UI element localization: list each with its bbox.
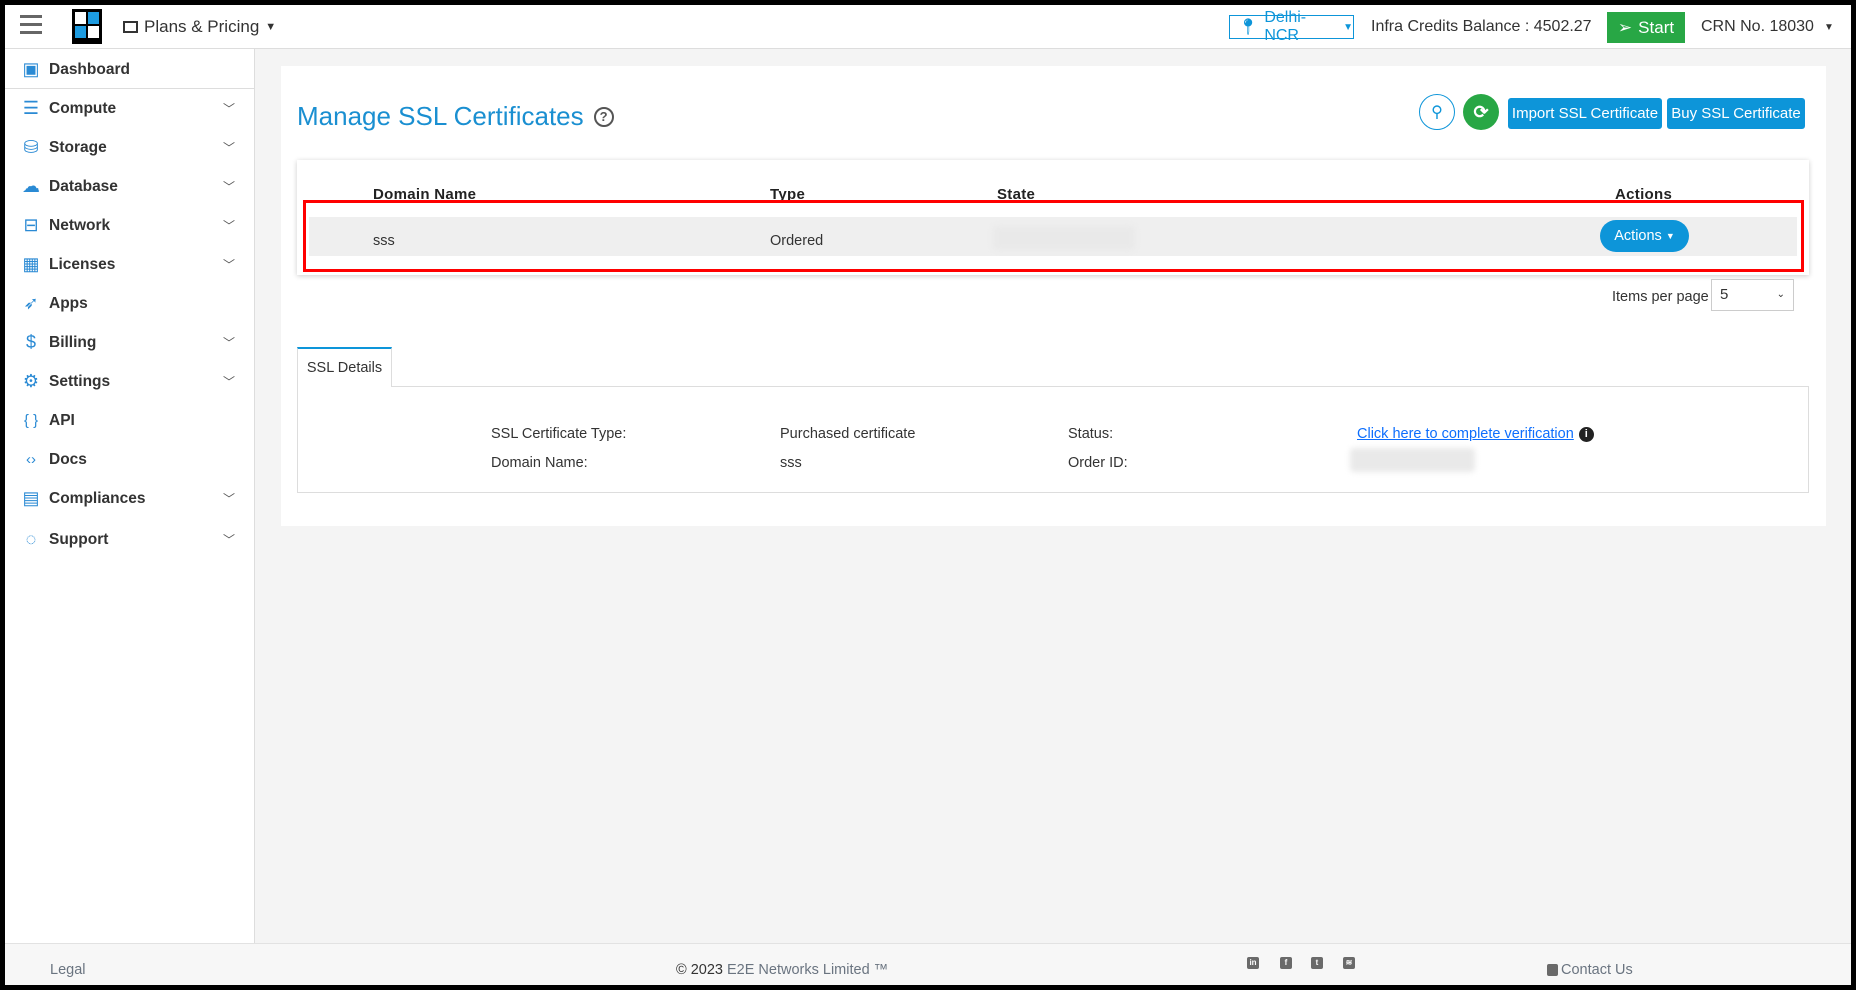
domain-name-value: sss: [780, 455, 802, 471]
sidebar-item-docs[interactable]: ‹› Docs: [5, 440, 255, 479]
list-icon: [123, 21, 138, 33]
chevron-down-icon: ﹀: [223, 141, 236, 155]
items-per-page-select[interactable]: 5 ⌄: [1711, 279, 1794, 311]
refresh-icon: ⟳: [1473, 101, 1489, 122]
chevron-down-icon: ﹀: [223, 533, 236, 547]
search-button[interactable]: ⚲: [1419, 94, 1455, 130]
cert-type-value: Purchased certificate: [780, 426, 916, 442]
sidebar: ▣ Dashboard ☰ Compute ﹀ ⛁ Storage ﹀ ☁ Database ﹀ ⊟ N…: [5, 49, 255, 943]
top-header: Plans & Pricing ▼ 📍︎ Delhi-NCR ▼ Infra Cre…: [5, 5, 1851, 49]
sidebar-item-billing[interactable]: $ Billing ﹀: [5, 323, 255, 362]
verification-link[interactable]: Click here to complete verification i: [1357, 426, 1594, 442]
status-label: Status:: [1068, 426, 1114, 442]
chat-icon: ◌: [25, 529, 37, 549]
sidebar-item-apps[interactable]: ➶ Apps: [5, 284, 255, 323]
billing-icon: $: [25, 332, 36, 352]
items-per-page-label: Items per page: [1612, 289, 1709, 305]
rocket-icon: ➶: [23, 293, 39, 313]
facebook-icon[interactable]: f: [1280, 957, 1292, 969]
code-icon: ‹›: [26, 451, 36, 468]
sidebar-item-network[interactable]: ⊟ Network ﹀: [5, 206, 255, 245]
sidebar-item-compliances[interactable]: ▤ Compliances ﹀: [5, 479, 255, 518]
refresh-button[interactable]: ⟳: [1463, 94, 1499, 130]
credits-balance: Infra Credits Balance : 4502.27: [1371, 18, 1592, 35]
chevron-down-icon: ﹀: [223, 336, 236, 350]
document-icon: ▤: [22, 488, 40, 508]
chevron-down-icon: ﹀: [223, 180, 236, 194]
cert-type-label: SSL Certificate Type:: [491, 426, 627, 442]
e2e-logo[interactable]: [72, 9, 102, 44]
copyright: © 2023 E2E Networks Limited ™: [676, 962, 889, 978]
twitter-icon[interactable]: t: [1311, 957, 1323, 969]
rss-icon[interactable]: ≋: [1343, 957, 1355, 969]
chevron-down-icon: ﹀: [223, 258, 236, 272]
app-window: Plans & Pricing ▼ 📍︎ Delhi-NCR ▼ Infra Cre…: [5, 5, 1851, 985]
caret-down-icon: ▼: [1343, 21, 1353, 33]
sidebar-item-support[interactable]: ◌ Support ﹀: [5, 520, 255, 559]
caret-down-icon: ▼: [265, 21, 277, 33]
start-button[interactable]: ➢ Start: [1607, 12, 1685, 43]
chevron-down-icon: ﹀: [223, 102, 236, 116]
domain-name-label: Domain Name:: [491, 455, 588, 471]
search-icon: ⚲: [1431, 104, 1443, 121]
sidebar-item-settings[interactable]: ⚙ Settings ﹀: [5, 362, 255, 401]
buy-ssl-button[interactable]: Buy SSL Certificate: [1667, 98, 1805, 129]
chevron-down-icon: ﹀: [223, 375, 236, 389]
map-pin-icon: 📍︎: [1238, 19, 1259, 36]
database-cylinder-icon: ⛁: [23, 137, 39, 157]
chevron-down-icon: ⌄: [1776, 289, 1785, 300]
chevron-down-icon: ﹀: [223, 219, 236, 233]
hamburger-menu-icon[interactable]: [20, 14, 42, 34]
contact-us-link[interactable]: Contact Us: [1547, 962, 1633, 978]
braces-icon: { }: [23, 412, 39, 429]
plans-pricing-menu[interactable]: Plans & Pricing ▼: [123, 17, 276, 37]
info-icon[interactable]: i: [1578, 426, 1594, 442]
network-icon: ⊟: [23, 215, 39, 235]
sidebar-item-api[interactable]: { } API: [5, 401, 255, 440]
help-icon[interactable]: ?: [593, 106, 614, 127]
paper-plane-icon: ➢: [1617, 17, 1633, 37]
tab-ssl-details[interactable]: SSL Details: [297, 347, 392, 387]
phone-icon: [1547, 964, 1558, 976]
sidebar-item-database[interactable]: ☁ Database ﹀: [5, 167, 255, 206]
sidebar-item-dashboard[interactable]: ▣ Dashboard: [5, 50, 255, 89]
cloud-network-icon: ☁: [22, 176, 40, 196]
sidebar-item-compute[interactable]: ☰ Compute ﹀: [5, 89, 255, 128]
licenses-icon: ▦: [22, 254, 40, 274]
dashboard-icon: ▣: [22, 59, 40, 79]
chevron-down-icon: ﹀: [223, 492, 236, 506]
caret-down-icon: ▼: [1823, 21, 1834, 33]
sidebar-item-storage[interactable]: ⛁ Storage ﹀: [5, 128, 255, 167]
highlight-box: [303, 200, 1804, 272]
import-ssl-button[interactable]: Import SSL Certificate: [1508, 98, 1662, 129]
server-icon: ☰: [22, 98, 40, 118]
region-selector[interactable]: 📍︎ Delhi-NCR ▼: [1229, 9, 1354, 44]
order-id-label: Order ID:: [1068, 455, 1128, 471]
crn-menu[interactable]: CRN No. 18030 ▼: [1701, 18, 1834, 36]
page-title: Manage SSL Certificates ?: [297, 101, 614, 132]
linkedin-icon[interactable]: in: [1247, 957, 1259, 969]
gear-icon: ⚙: [22, 371, 40, 391]
legal-link[interactable]: Legal: [50, 962, 85, 978]
order-id-redacted: [1350, 448, 1475, 472]
sidebar-item-licenses[interactable]: ▦ Licenses ﹀: [5, 245, 255, 284]
company-link[interactable]: E2E Networks Limited ™: [727, 962, 888, 978]
